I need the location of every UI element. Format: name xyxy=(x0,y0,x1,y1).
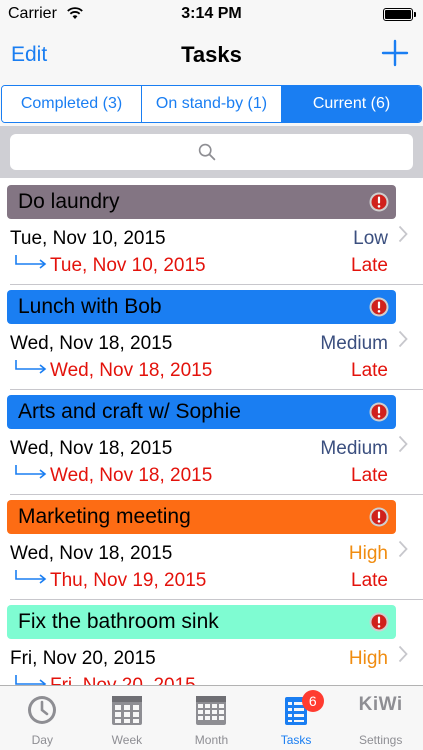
tab-tasks-label: Tasks xyxy=(280,733,312,747)
navigation-bar: Edit Tasks xyxy=(0,30,423,82)
task-title: Fix the bathroom sink xyxy=(18,610,219,633)
task-row[interactable]: Do laundry Tue, Nov 10, 2015 Low Tue, Nov 1… xyxy=(0,180,423,285)
calendar-week-icon xyxy=(111,696,142,725)
chevron-right-icon xyxy=(398,645,408,663)
task-due-date: Tue, Nov 10, 2015 xyxy=(50,255,206,276)
task-priority: High xyxy=(348,648,388,669)
task-due-date: Wed, Nov 18, 2015 xyxy=(50,360,213,381)
clock-icon xyxy=(28,696,57,724)
task-title-banner: Marketing meeting xyxy=(7,500,396,534)
page-title: Tasks xyxy=(181,42,242,67)
task-filter-segmented-control: Completed (3) On stand-by (1) Current (6… xyxy=(1,85,422,123)
tab-month[interactable]: Month xyxy=(169,686,254,750)
search-icon xyxy=(198,143,216,161)
task-start-date: Wed, Nov 18, 2015 xyxy=(10,333,173,354)
kiwi-logo-icon: KiWi xyxy=(358,694,403,715)
tab-bar: Day Week Month 6 Tasks KiWi Settings xyxy=(0,685,423,750)
chevron-right-icon xyxy=(398,540,408,558)
alert-icon xyxy=(369,192,389,212)
due-arrow-icon xyxy=(15,675,47,685)
battery-icon xyxy=(383,8,416,21)
status-time: 3:14 PM xyxy=(181,5,242,22)
task-priority: Low xyxy=(353,228,388,249)
task-title: Marketing meeting xyxy=(18,505,191,528)
task-row[interactable]: Arts and craft w/ Sophie Wed, Nov 18, 201… xyxy=(0,390,423,495)
add-task-button[interactable] xyxy=(381,39,409,67)
due-arrow-icon xyxy=(15,465,47,479)
task-row[interactable]: Lunch with Bob Wed, Nov 18, 2015 Medium Wed… xyxy=(0,285,423,390)
tab-day[interactable]: Day xyxy=(0,686,85,750)
task-start-date: Wed, Nov 18, 2015 xyxy=(10,438,173,459)
task-start-date: Wed, Nov 18, 2015 xyxy=(10,543,173,564)
segment-completed[interactable]: Completed (3) xyxy=(2,86,142,122)
task-filter-bar: Completed (3) On stand-by (1) Current (6… xyxy=(0,82,423,126)
due-arrow-icon xyxy=(15,255,47,269)
task-priority: Medium xyxy=(320,438,388,459)
task-title-banner: Lunch with Bob xyxy=(7,290,396,324)
chevron-right-icon xyxy=(398,435,408,453)
task-title: Arts and craft w/ Sophie xyxy=(18,400,241,423)
task-due-date: Wed, Nov 18, 2015 xyxy=(50,465,213,486)
tab-settings-label: Settings xyxy=(358,733,403,747)
calendar-month-icon xyxy=(196,696,227,725)
task-title-banner: Arts and craft w/ Sophie xyxy=(7,395,396,429)
due-arrow-icon xyxy=(15,570,47,584)
task-due-date: Thu, Nov 19, 2015 xyxy=(50,570,207,591)
task-row[interactable]: Fix the bathroom sink Fri, Nov 20, 2015 Hi… xyxy=(0,600,423,685)
alert-icon xyxy=(369,402,389,422)
task-title: Lunch with Bob xyxy=(18,295,162,318)
task-priority: Medium xyxy=(320,333,388,354)
task-title-banner: Fix the bathroom sink xyxy=(7,605,396,639)
task-status: Late xyxy=(351,465,388,486)
due-arrow-icon xyxy=(15,360,47,374)
segment-current[interactable]: Current (6) xyxy=(282,86,421,122)
task-title-banner: Do laundry xyxy=(7,185,396,219)
tab-week-label: Week xyxy=(111,733,143,747)
task-title: Do laundry xyxy=(18,190,120,213)
chevron-right-icon xyxy=(398,225,408,243)
tab-week[interactable]: Week xyxy=(85,686,170,750)
task-due-date: Fri, Nov 20, 2015 xyxy=(50,675,196,685)
task-list: Do laundry Tue, Nov 10, 2015 Low Tue, Nov 1… xyxy=(0,180,423,685)
tab-settings[interactable]: KiWi Settings xyxy=(338,686,423,750)
tasks-badge: 6 xyxy=(301,690,324,712)
task-priority: High xyxy=(348,543,388,564)
task-start-date: Tue, Nov 10, 2015 xyxy=(10,228,166,249)
task-row[interactable]: Marketing meeting Wed, Nov 18, 2015 High Th… xyxy=(0,495,423,600)
tab-tasks[interactable]: 6 Tasks xyxy=(254,686,339,750)
status-bar: Carrier 3:14 PM xyxy=(0,0,423,30)
tab-month-label: Month xyxy=(194,733,229,747)
tab-day-label: Day xyxy=(31,733,53,747)
task-start-date: Fri, Nov 20, 2015 xyxy=(10,648,156,669)
chevron-right-icon xyxy=(398,330,408,348)
segment-on-stand-by[interactable]: On stand-by (1) xyxy=(142,86,282,122)
alert-icon xyxy=(369,297,389,317)
alert-icon xyxy=(369,507,389,527)
task-status: Late xyxy=(351,255,388,276)
task-status: Late xyxy=(351,360,388,381)
search-bar xyxy=(0,126,423,178)
task-status: Late xyxy=(351,570,388,591)
alert-icon xyxy=(369,612,389,632)
